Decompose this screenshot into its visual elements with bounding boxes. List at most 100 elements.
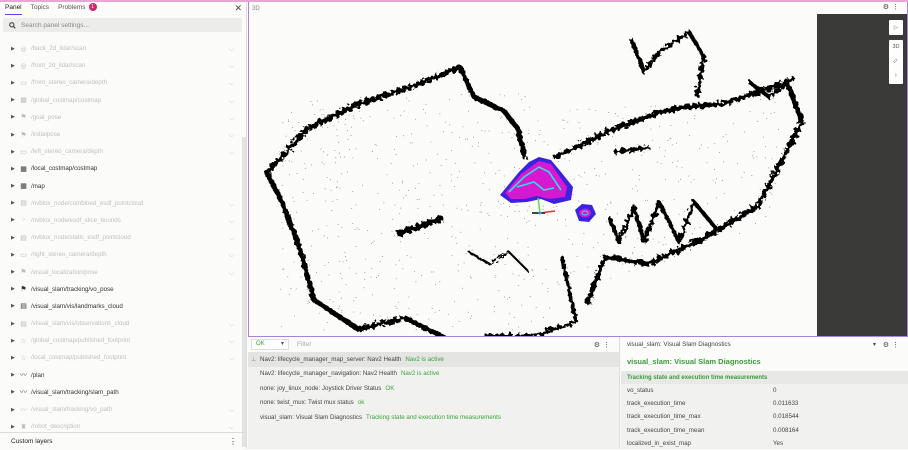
visibility-hidden-icon[interactable]: ◡ [229, 234, 234, 241]
pin-icon[interactable]: ⊥ [251, 356, 256, 363]
topic-row[interactable]: ▶ ⚑ /goal_pose ◡ [0, 109, 240, 126]
gear-icon[interactable]: ⚙ [594, 342, 603, 349]
topic-row[interactable]: ▶ 〰 /visual_slam/tracking/vo_path ◡ [0, 401, 240, 418]
visibility-hidden-icon[interactable]: ◡ [229, 406, 234, 413]
expand-arrow-icon[interactable]: ▶ [11, 372, 19, 378]
close-icon[interactable]: ✕ [234, 3, 242, 14]
visibility-hidden-icon[interactable]: ◡ [229, 217, 234, 224]
expand-arrow-icon[interactable]: ▶ [11, 303, 19, 309]
topic-row[interactable]: ▶ ▭ /right_stereo_camera/depth ◡ [0, 246, 240, 263]
topic-row[interactable]: ▶ ▭ /left_stereo_camera/depth ◡ [0, 143, 240, 160]
publish-pose-icon[interactable]: ⍿ [895, 73, 896, 80]
map-speckle [339, 187, 341, 189]
expand-arrow-icon[interactable]: ▶ [11, 149, 19, 155]
topic-row[interactable]: ▶ ▭ /front_stereo_camera/depth ◡ [0, 74, 240, 91]
visibility-hidden-icon[interactable]: ◡ [229, 148, 234, 155]
expand-arrow-icon[interactable]: ▶ [11, 183, 19, 189]
tab-panel[interactable]: Panel [5, 2, 22, 15]
topic-row[interactable]: ▶ ☆ /local_costmap/published_footprint ◡ [0, 349, 240, 366]
topic-row[interactable]: ▶ ⚑ /initialpose ◡ [0, 126, 240, 143]
expand-arrow-icon[interactable]: ▶ [11, 63, 19, 69]
visibility-hidden-icon[interactable]: ◡ [229, 269, 234, 276]
topic-row[interactable]: ▶ 〰 /visual_slam/tracking/slam_path [0, 384, 240, 401]
expand-arrow-icon[interactable]: ▶ [11, 235, 19, 241]
topic-row[interactable]: ▶ ◎ /back_2d_lidar/scan ◡ [0, 40, 240, 57]
visibility-hidden-icon[interactable]: ◡ [229, 251, 234, 258]
expand-arrow-icon[interactable]: ▶ [11, 252, 19, 258]
visibility-hidden-icon[interactable]: ◡ [229, 354, 234, 361]
diagnostic-row[interactable]: visual_slam: Visual Slam Diagnostics Trac… [248, 410, 619, 425]
visibility-hidden-icon[interactable]: ◡ [229, 79, 234, 86]
visibility-hidden-icon[interactable]: ◡ [229, 62, 234, 69]
expand-arrow-icon[interactable]: ▶ [11, 407, 19, 413]
topic-row[interactable]: ▶ ◎ /front_2d_lidar/scan ◡ [0, 57, 240, 74]
visibility-hidden-icon[interactable]: ◡ [229, 114, 234, 121]
expand-arrow-icon[interactable]: ▶ [11, 389, 19, 395]
expand-arrow-icon[interactable]: ▶ [11, 286, 19, 292]
expand-arrow-icon[interactable]: ▶ [11, 355, 19, 361]
map-speckle [410, 256, 412, 258]
diagnostic-row[interactable]: Nav2: lifecycle_manager_navigation: Nav2… [248, 367, 619, 382]
diagnostic-select[interactable]: visual_slam: Visual Slam Diagnostics [627, 341, 731, 348]
diagnostic-row[interactable]: none: twist_mux: Twist mux status ok [248, 396, 619, 411]
expand-arrow-icon[interactable]: ▶ [11, 166, 19, 172]
diagnostic-row[interactable]: none: joy_linux_node: Joystick Driver St… [248, 381, 619, 396]
expand-arrow-icon[interactable]: ▶ [11, 80, 19, 86]
topic-row[interactable]: ▶ ⚑ /visual_slam/tracking/vo_pose [0, 281, 240, 298]
expand-arrow-icon[interactable]: ▶ [11, 424, 19, 430]
map-speckle [367, 230, 368, 231]
topic-row[interactable]: ▶ ☆ /global_costmap/published_footprint ◡ [0, 332, 240, 349]
toggle-3d-button[interactable]: 3D [892, 44, 899, 50]
level-select[interactable]: OK [251, 339, 289, 350]
topic-row[interactable]: ▶ ▦ /map [0, 178, 240, 195]
gear-icon[interactable]: ⚙ [883, 342, 892, 349]
expand-arrow-icon[interactable]: ▶ [11, 46, 19, 52]
tab-topics[interactable]: Topics [31, 2, 49, 15]
topic-row[interactable]: ▶ ▤ /visual_slam/vis/observations_cloud ◡ [0, 315, 240, 332]
measure-icon[interactable]: ▭ [892, 58, 900, 66]
more-icon[interactable]: ⋮ [603, 342, 613, 349]
more-icon[interactable]: ⋮ [892, 342, 902, 349]
search-input[interactable]: Search panel settings... [3, 18, 242, 32]
map-speckle [459, 137, 460, 138]
visibility-hidden-icon[interactable]: ◡ [229, 423, 234, 430]
expand-arrow-icon[interactable]: ▶ [11, 200, 19, 206]
expand-arrow-icon[interactable]: ▶ [11, 338, 19, 344]
topic-row[interactable]: ▶ ▤ /visual_slam/vis/landmarks_cloud [0, 298, 240, 315]
map-speckle [493, 254, 495, 256]
topic-row[interactable]: ▶ 〰 /plan [0, 367, 240, 384]
more-icon[interactable]: ⋮ [229, 437, 237, 446]
visibility-hidden-icon[interactable]: ◡ [229, 337, 234, 344]
chevron-down-icon[interactable]: ▾ [873, 341, 876, 348]
topic-row[interactable]: ▶ ▦ /global_costmap/costmap ◡ [0, 92, 240, 109]
expand-arrow-icon[interactable]: ▶ [11, 269, 19, 275]
occupancy-map[interactable] [249, 14, 819, 336]
gear-icon[interactable]: ⚙ [883, 4, 892, 11]
topic-row[interactable]: ▶ ⁘ /nvblox_node/esdf_slice_bounds ◡ [0, 212, 240, 229]
select-tool-button[interactable]: ▷ [889, 20, 903, 35]
filter-input[interactable]: Filter [297, 341, 311, 348]
custom-layers-section[interactable]: Custom layers ⋮ [0, 432, 246, 449]
diagnostic-row[interactable]: ⊥ Nav2: lifecycle_manager_map_server: Nav… [248, 352, 619, 367]
expand-arrow-icon[interactable]: ▶ [11, 114, 19, 120]
topic-row[interactable]: ▶ ▤ /nvblox_node/static_esdf_pointcloud ◡ [0, 229, 240, 246]
expand-arrow-icon[interactable]: ▶ [11, 97, 19, 103]
expand-arrow-icon[interactable]: ▶ [11, 217, 19, 223]
more-icon[interactable]: ⋮ [892, 4, 902, 11]
diagnostic-status: OK [385, 384, 395, 392]
tab-problems[interactable]: Problems 1 [58, 2, 97, 15]
visibility-hidden-icon[interactable]: ◡ [229, 320, 234, 327]
map-speckle [352, 157, 354, 159]
sidebar-scrollbar[interactable] [242, 137, 246, 447]
expand-arrow-icon[interactable]: ▶ [11, 321, 19, 327]
expand-arrow-icon[interactable]: ▶ [11, 132, 19, 138]
map-speckle [535, 307, 537, 309]
topic-row[interactable]: ▶ ▦ /local_costmap/costmap [0, 160, 240, 177]
visibility-hidden-icon[interactable]: ◡ [229, 200, 234, 207]
topic-row[interactable]: ▶ ⚑ /visual_localization/pose ◡ [0, 263, 240, 280]
visibility-hidden-icon[interactable]: ◡ [229, 97, 234, 104]
topic-row[interactable]: ▶ ▤ /nvblox_node/combined_esdf_pointcloud ◡ [0, 195, 240, 212]
map-speckle [338, 121, 340, 123]
visibility-hidden-icon[interactable]: ◡ [229, 45, 234, 52]
visibility-hidden-icon[interactable]: ◡ [229, 131, 234, 138]
